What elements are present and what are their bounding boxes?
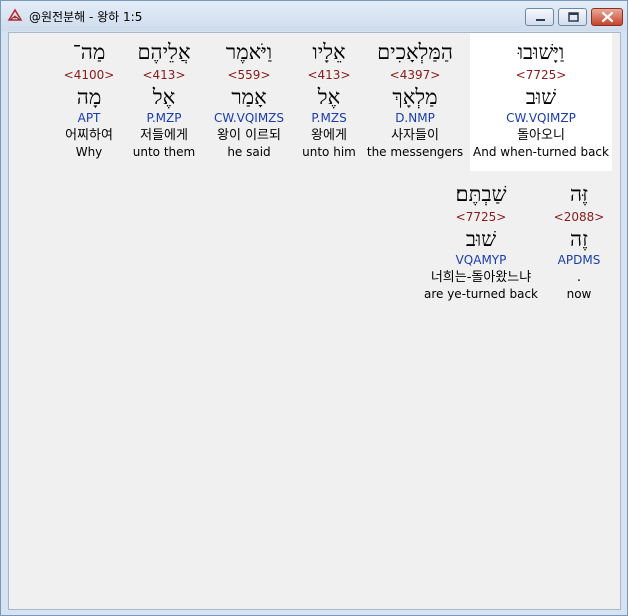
word-block[interactable]: אֲלֵיהֶם <413> אֶל P.MZP 저들에게 unto them: [127, 39, 201, 160]
morphology-code[interactable]: VQAMYP: [413, 252, 549, 268]
app-window: @원전분해 - 왕하 1:5 מַה־ <4100> מָה APT 어찌하여 …: [0, 0, 628, 616]
hebrew-word: אֲלֵיהֶם: [137, 40, 191, 64]
morphology-code[interactable]: APDMS: [549, 252, 609, 268]
maximize-button[interactable]: [558, 8, 587, 26]
strongs-number[interactable]: <7725>: [413, 209, 549, 225]
strongs-number[interactable]: <2088>: [549, 209, 609, 225]
english-gloss: are ye-turned back: [423, 287, 538, 301]
minimize-button[interactable]: [525, 8, 554, 26]
korean-gloss: 너희는-돌아왔느냐: [430, 270, 532, 285]
maximize-icon: [568, 12, 579, 22]
word-block[interactable]: אֵלָיו <413> אֶל P.MZS 왕에게 unto him: [295, 39, 363, 160]
korean-gloss: 저들에게: [140, 128, 188, 143]
english-gloss: Why: [75, 145, 103, 159]
hebrew-word: הַמַּלְאָכִים: [377, 40, 453, 64]
hebrew-word: וַיֹּאמֶר: [225, 40, 273, 64]
strongs-number[interactable]: <413>: [295, 67, 363, 83]
english-gloss: And when-turned back: [473, 145, 609, 159]
morphology-code[interactable]: P.MZS: [295, 110, 363, 126]
english-gloss: unto them: [132, 145, 196, 159]
word-block[interactable]: שַׁבְתֶּם׃ <7725> שׁוּב VQAMYP 너희는-돌아왔느냐…: [413, 181, 549, 302]
word-block[interactable]: זֶּה <2088> זֶה APDMS . now: [549, 181, 609, 302]
strongs-number[interactable]: <4397>: [365, 67, 465, 83]
korean-gloss: 돌아오니: [517, 128, 565, 143]
hebrew-word: אֵלָיו: [312, 40, 346, 64]
morphology-code[interactable]: CW.VQIMZP: [470, 110, 612, 126]
lemma: מָה: [76, 85, 102, 109]
lemma: אָמַר: [231, 85, 267, 109]
morphology-code[interactable]: APT: [54, 110, 124, 126]
lemma: מַלְאָךְ: [392, 85, 438, 109]
morphology-code[interactable]: D.NMP: [365, 110, 465, 126]
strongs-number[interactable]: <7725>: [470, 67, 612, 83]
english-gloss: now: [566, 287, 592, 301]
hebrew-word: זֶּה: [570, 182, 588, 206]
title-bar[interactable]: @원전분해 - 왕하 1:5: [1, 1, 627, 31]
lemma: שׁוּב: [525, 85, 557, 109]
english-gloss: the messengers: [366, 145, 464, 159]
word-block[interactable]: וַיֹּאמֶר <559> אָמַר CW.VQIMZS 왕이 이르되 h…: [205, 39, 293, 160]
word-block-selected[interactable]: וַיָּשׁוּבוּ <7725> שׁוּב CW.VQIMZP 돌아오니…: [470, 33, 612, 171]
korean-gloss: 사자들이: [391, 128, 439, 143]
word-block[interactable]: הַמַּלְאָכִים <4397> מַלְאָךְ D.NMP 사자들이…: [365, 39, 465, 160]
english-gloss: unto him: [302, 145, 356, 159]
lemma: זֶה: [570, 227, 588, 251]
lemma: אֶל: [317, 85, 341, 109]
interlinear-view[interactable]: מַה־ <4100> מָה APT 어찌하여 Why אֲלֵיהֶם <4…: [8, 32, 621, 610]
korean-gloss: 어찌하여: [65, 128, 113, 143]
hebrew-word: וַיָּשׁוּבוּ: [517, 40, 565, 64]
word-block[interactable]: מַה־ <4100> מָה APT 어찌하여 Why: [54, 39, 124, 160]
english-gloss: he said: [227, 145, 271, 159]
minimize-icon: [536, 19, 545, 21]
lemma: שׁוּב: [465, 227, 497, 251]
close-button[interactable]: [591, 8, 623, 26]
morphology-code[interactable]: CW.VQIMZS: [205, 110, 293, 126]
morphology-code[interactable]: P.MZP: [127, 110, 201, 126]
korean-gloss: 왕이 이르되: [217, 128, 281, 143]
korean-gloss: 왕에게: [311, 128, 347, 143]
lemma: אֶל: [152, 85, 176, 109]
window-title: @원전분해 - 왕하 1:5: [29, 10, 143, 24]
korean-gloss: .: [576, 270, 582, 285]
strongs-number[interactable]: <4100>: [54, 67, 124, 83]
strongs-number[interactable]: <559>: [205, 67, 293, 83]
close-icon: [601, 11, 614, 23]
hebrew-word: שַׁבְתֶּם׃: [455, 182, 507, 206]
app-icon[interactable]: [7, 8, 23, 24]
strongs-number[interactable]: <413>: [127, 67, 201, 83]
hebrew-word: מַה־: [72, 40, 106, 64]
